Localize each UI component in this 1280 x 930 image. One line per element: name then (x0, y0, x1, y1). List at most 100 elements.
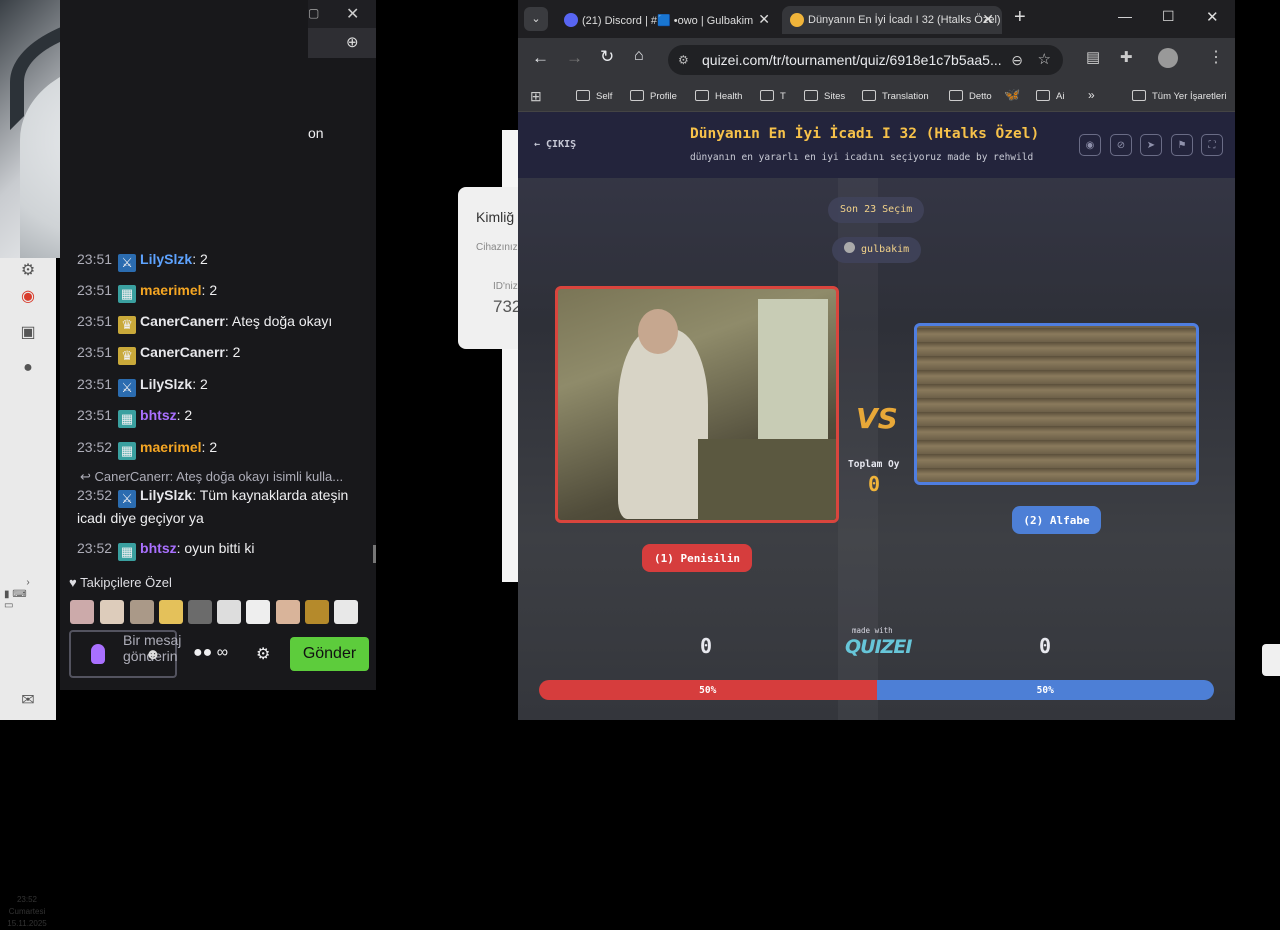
exit-button[interactable]: ← ÇIKIŞ (534, 139, 576, 150)
emote[interactable] (276, 600, 300, 624)
tab-search-icon[interactable]: ⌄ (524, 7, 548, 31)
notification-icon[interactable]: ✉ (16, 688, 40, 712)
reload-icon[interactable]: ↻ (600, 47, 614, 67)
scientist-figure (618, 329, 708, 519)
settings-icon[interactable]: ⚙ (16, 258, 40, 282)
chat-message[interactable]: 23:51 ▦ bhtsz: 2 (77, 405, 367, 428)
chat-message[interactable]: 23:52 ⚔ LilySlzk: Tüm kaynaklarda ateşin i… (77, 485, 367, 529)
chat-input[interactable]: Bir mesaj gönderin ☻ (69, 630, 181, 678)
message-username[interactable]: LilySlzk (140, 487, 192, 503)
tab-discord[interactable]: (21) Discord | #🟦 •owo | Gulbakim ✕ (556, 6, 778, 34)
menu-icon[interactable]: ⋮ (1208, 47, 1224, 67)
emoji-icon[interactable]: ☻ (145, 646, 161, 663)
app-icon[interactable]: ▣ (16, 320, 40, 344)
tab-bar: ⌄ (21) Discord | #🟦 •owo | Gulbakim ✕ Dü… (518, 0, 1235, 38)
bookmark-health[interactable]: Health (695, 90, 742, 102)
microphone-icon[interactable] (91, 644, 105, 664)
back-icon[interactable]: ← (532, 48, 549, 68)
maximize-icon[interactable]: ▢ (308, 6, 319, 20)
message-username[interactable]: maerimel (140, 439, 201, 455)
tab-quizei[interactable]: Dünyanın En İyi İcadı I 32 (Htalks Özel)… (782, 6, 1002, 34)
bookmark-sites[interactable]: Sites (804, 90, 845, 102)
obs-icon[interactable]: ● (16, 356, 40, 380)
message-username[interactable]: bhtsz (140, 540, 177, 556)
chat-message[interactable]: 23:51 ♛ CanerCanerr: Ateş doğa okayı (77, 311, 367, 334)
tray-icons[interactable]: ▮ ⌨ ▭ (4, 588, 28, 612)
clock[interactable]: 23:52 Cumartesi 15.11.2025 (2, 894, 52, 930)
send-icon[interactable]: ➤ (1140, 134, 1162, 156)
fullscreen-icon[interactable]: ⛶ (1201, 134, 1223, 156)
bookmark-detto[interactable]: Detto (949, 90, 992, 102)
chat-search-bar[interactable]: ⊕ (308, 28, 376, 58)
maximize-icon[interactable]: ☐ (1162, 8, 1175, 25)
minimize-icon[interactable]: — (1118, 8, 1132, 24)
side-panel-tab[interactable] (1262, 644, 1280, 676)
option-2-card[interactable] (914, 323, 1199, 485)
message-username[interactable]: CanerCanerr (140, 344, 225, 360)
eye-icon[interactable]: ◉ (1079, 134, 1101, 156)
user-badge-icon: ▦ (118, 410, 137, 428)
more-bookmarks-icon[interactable]: » (1088, 88, 1095, 102)
user-badge-icon: ▦ (118, 442, 137, 460)
chat-message[interactable]: 23:51 ⚔ LilySlzk: 2 (77, 249, 367, 272)
emote[interactable] (100, 600, 124, 624)
emote[interactable] (188, 600, 212, 624)
message-username[interactable]: CanerCanerr (140, 313, 225, 329)
message-username[interactable]: LilySlzk (140, 376, 192, 392)
extension-icon[interactable]: ▤ (1086, 48, 1100, 66)
quizei-logo[interactable]: QUIZEI (845, 636, 912, 658)
browser-toolbar: ← → ↻ ⌂ ⚙ quizei.com/tr/tournament/quiz/… (518, 38, 1235, 82)
forward-icon[interactable]: → (566, 48, 583, 68)
bookmark-profile[interactable]: Profile (630, 90, 677, 102)
bookmark-translation[interactable]: Translation (862, 90, 929, 102)
flag-icon[interactable]: ⚑ (1171, 134, 1193, 156)
bookmark-t[interactable]: T (760, 90, 786, 102)
bookmark-all[interactable]: Tüm Yer İşaretleri (1132, 90, 1226, 102)
send-button[interactable]: Gönder (290, 637, 369, 671)
close-window-icon[interactable]: ✕ (1206, 8, 1219, 26)
home-icon[interactable]: ⌂ (634, 47, 644, 65)
option-1-card[interactable] (555, 286, 839, 523)
link-icon[interactable]: ⊘ (1110, 134, 1132, 156)
apps-grid-icon[interactable]: ⊞ (530, 88, 542, 105)
bookmark-star-icon[interactable]: ☆ (1038, 45, 1051, 75)
close-tab-icon[interactable]: ✕ (758, 11, 770, 28)
site-info-icon[interactable]: ⚙ (678, 45, 689, 75)
chat-message[interactable]: 23:52 ▦ maerimel: 2 (77, 437, 367, 460)
chat-message[interactable]: 23:51 ⚔ LilySlzk: 2 (77, 374, 367, 397)
folder-icon (1132, 90, 1146, 101)
close-icon[interactable]: ✕ (346, 4, 359, 24)
message-username[interactable]: bhtsz (140, 407, 177, 423)
option-1-label[interactable]: (1) Penisilin (642, 544, 752, 572)
chat-settings-icon[interactable]: ⚙ (256, 644, 270, 664)
close-tab-icon[interactable]: ✕ (982, 11, 994, 28)
message-username[interactable]: maerimel (140, 282, 201, 298)
profile-avatar[interactable] (1158, 48, 1178, 68)
quiz-page: ← ÇIKIŞ Dünyanın En İyi İcadı I 32 (Htal… (518, 112, 1235, 720)
zoom-icon[interactable]: ⊕ (346, 33, 359, 51)
reply-context[interactable]: ↩ CanerCanerr: Ateş doğa okayı isimli ku… (80, 469, 343, 485)
chat-message[interactable]: 23:51 ▦ maerimel: 2 (77, 280, 367, 303)
butterfly-bookmark-icon[interactable]: 🦋 (1004, 87, 1020, 103)
emote[interactable] (217, 600, 241, 624)
emote[interactable] (130, 600, 154, 624)
new-tab-icon[interactable]: + (1014, 6, 1026, 29)
chat-message[interactable]: 23:52 ▦ bhtsz: oyun bitti ki (77, 538, 367, 561)
chrome-icon[interactable]: ◉ (16, 284, 40, 308)
bookmark-self[interactable]: Self (576, 90, 612, 102)
chat-scrollbar[interactable] (373, 545, 376, 563)
extensions-puzzle-icon[interactable]: ✚ (1120, 48, 1133, 66)
option-2-label[interactable]: (2) Alfabe (1012, 506, 1101, 534)
emote[interactable] (159, 600, 183, 624)
emote[interactable] (334, 600, 358, 624)
chat-message[interactable]: 23:51 ♛ CanerCanerr: 2 (77, 342, 367, 365)
bookmark-ai[interactable]: Ai (1036, 90, 1064, 102)
emote[interactable] (246, 600, 270, 624)
channel-points-button[interactable]: ●● ∞ (193, 644, 228, 662)
address-bar[interactable]: ⚙ quizei.com/tr/tournament/quiz/6918e1c7… (668, 45, 1063, 75)
message-username[interactable]: LilySlzk (140, 251, 192, 267)
emote[interactable] (305, 600, 329, 624)
emote[interactable] (70, 600, 94, 624)
made-with-label: made with (852, 626, 893, 635)
zoom-icon[interactable]: ⊖ (1011, 45, 1023, 75)
